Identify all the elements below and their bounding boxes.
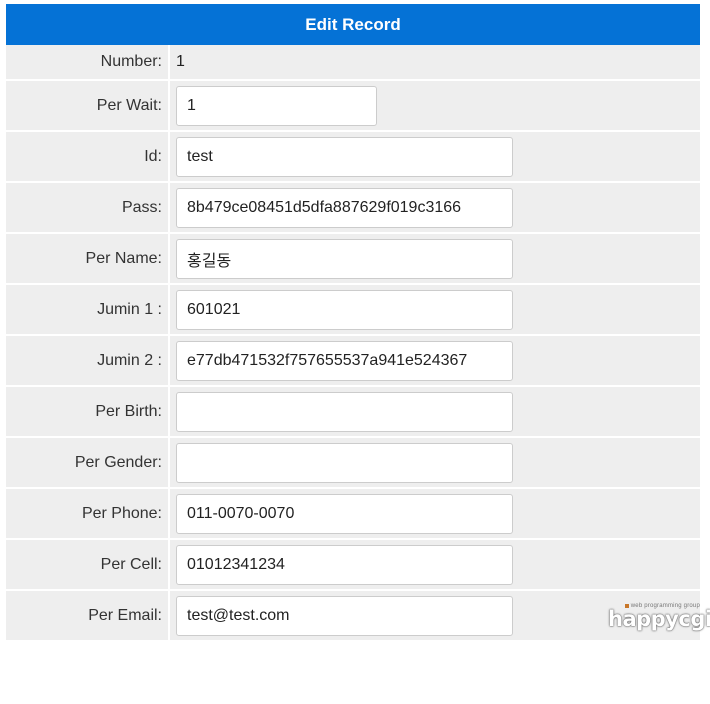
form-row-per-birth: Per Birth: xyxy=(6,386,700,437)
jumin-2-input[interactable] xyxy=(176,341,513,381)
form-row-per-wait: Per Wait: xyxy=(6,80,700,131)
form-row-jumin-2: Jumin 2 : xyxy=(6,335,700,386)
watermark-logo: happycgi xyxy=(608,609,700,629)
jumin-1-label: Jumin 1 : xyxy=(6,284,169,335)
jumin-1-input[interactable] xyxy=(176,290,513,330)
form-row-id: Id: xyxy=(6,131,700,182)
id-input[interactable] xyxy=(176,137,513,177)
form-row-per-name: Per Name: xyxy=(6,233,700,284)
per-wait-label: Per Wait: xyxy=(6,80,169,131)
form-row-per-cell: Per Cell: xyxy=(6,539,700,590)
per-name-label: Per Name: xyxy=(6,233,169,284)
per-cell-label: Per Cell: xyxy=(6,539,169,590)
per-birth-input[interactable] xyxy=(176,392,513,432)
per-wait-input[interactable] xyxy=(176,86,377,126)
form-row-per-email: Per Email: xyxy=(6,590,700,641)
pass-input[interactable] xyxy=(176,188,513,228)
per-phone-label: Per Phone: xyxy=(6,488,169,539)
id-label: Id: xyxy=(6,131,169,182)
form-row-jumin-1: Jumin 1 : xyxy=(6,284,700,335)
per-cell-input[interactable] xyxy=(176,545,513,585)
per-email-label: Per Email: xyxy=(6,590,169,641)
per-gender-input[interactable] xyxy=(176,443,513,483)
number-value: 1 xyxy=(169,45,700,80)
form-row-per-gender: Per Gender: xyxy=(6,437,700,488)
form-row-number: Number: 1 xyxy=(6,45,700,80)
per-email-input[interactable] xyxy=(176,596,513,636)
number-label: Number: xyxy=(6,45,169,80)
form-row-pass: Pass: xyxy=(6,182,700,233)
per-name-input[interactable] xyxy=(176,239,513,279)
jumin-2-label: Jumin 2 : xyxy=(6,335,169,386)
record-form: Number: 1 Per Wait: Id: Pass: Per Name: … xyxy=(6,45,700,642)
pass-label: Pass: xyxy=(6,182,169,233)
happycgi-watermark: web programming group happycgi xyxy=(608,603,700,631)
per-birth-label: Per Birth: xyxy=(6,386,169,437)
edit-record-panel: Edit Record Number: 1 Per Wait: Id: Pass… xyxy=(6,4,700,704)
per-gender-label: Per Gender: xyxy=(6,437,169,488)
per-phone-input[interactable] xyxy=(176,494,513,534)
form-row-per-phone: Per Phone: xyxy=(6,488,700,539)
page-title: Edit Record xyxy=(6,4,700,45)
